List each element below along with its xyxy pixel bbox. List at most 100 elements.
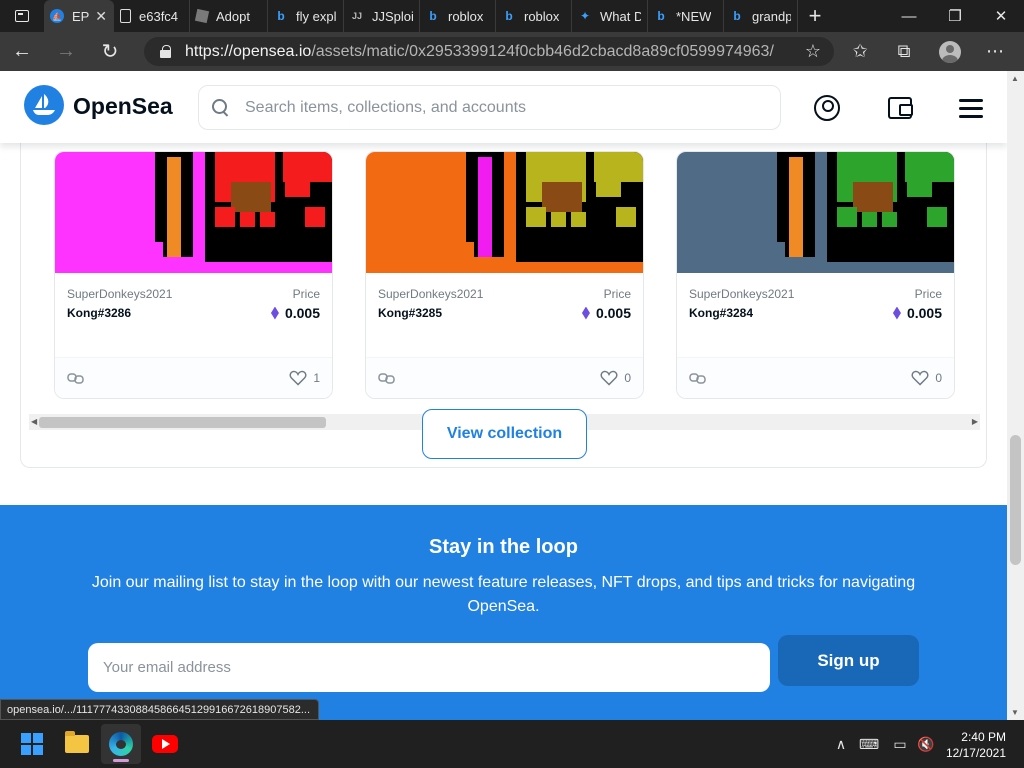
- favorite-count: 1: [313, 371, 320, 385]
- windows-taskbar: ∧ ⌨ ▭ 🔇 2:40 PM 12/17/2021: [0, 720, 1024, 768]
- tab-roblox-1[interactable]: b roblox: [420, 0, 496, 32]
- refresh-icon[interactable]: ↻: [88, 32, 132, 71]
- collection-name[interactable]: SuperDonkeys2021: [689, 287, 794, 301]
- profile-avatar[interactable]: [930, 32, 970, 71]
- minimize-icon[interactable]: —: [886, 0, 932, 32]
- page-viewport: OpenSea SuperDonkeys2021 Kong#3286 Price 0.…: [0, 71, 1007, 720]
- tab-label: fly expl: [296, 8, 337, 24]
- tab-grandpa[interactable]: b grandp: [724, 0, 798, 32]
- bing-icon: b: [277, 9, 285, 23]
- tab-actions-icon[interactable]: [0, 0, 44, 32]
- network-icon[interactable]: ▭: [889, 720, 911, 768]
- nft-image[interactable]: [55, 152, 332, 273]
- youtube-icon[interactable]: [145, 724, 185, 764]
- price-label: Price: [603, 287, 631, 301]
- nft-card[interactable]: SuperDonkeys2021 Kong#3285 Price 0.005 0: [365, 151, 644, 399]
- scroll-left-icon[interactable]: ◀: [31, 417, 37, 426]
- email-field[interactable]: [88, 643, 770, 692]
- item-name: Kong#3285: [378, 306, 443, 320]
- tab-label: EPI: [72, 8, 90, 24]
- view-collection-button[interactable]: View collection: [422, 409, 587, 459]
- close-tab-icon[interactable]: ✕: [95, 8, 107, 25]
- collection-name[interactable]: SuperDonkeys2021: [67, 287, 172, 301]
- account-icon[interactable]: [812, 93, 842, 123]
- new-tab-button[interactable]: +: [798, 0, 832, 32]
- volume-muted-icon[interactable]: 🔇: [915, 720, 937, 768]
- tab-opensea[interactable]: ⛵ EPI ✕: [44, 0, 114, 32]
- wallet-icon[interactable]: [885, 93, 915, 123]
- price-label: Price: [914, 287, 942, 301]
- tab-fly-explorer[interactable]: b fly expl: [268, 0, 344, 32]
- file-explorer-icon[interactable]: [57, 724, 97, 764]
- scroll-up-icon[interactable]: ▲: [1011, 74, 1019, 83]
- favorite-button[interactable]: 0: [600, 370, 631, 386]
- clock-time: 2:40 PM: [961, 730, 1006, 744]
- search-input[interactable]: [245, 98, 745, 117]
- search-box[interactable]: [198, 85, 781, 130]
- menu-icon[interactable]: [956, 93, 986, 123]
- scroll-right-icon[interactable]: ▶: [972, 417, 978, 426]
- page-scrollbar[interactable]: ▲ ▼: [1007, 71, 1024, 720]
- item-price: 0.005: [892, 305, 942, 321]
- favorites-icon[interactable]: ✩: [840, 32, 880, 71]
- address-bar[interactable]: https://opensea.io/assets/matic/0x295339…: [144, 37, 834, 66]
- keyboard-icon[interactable]: ⌨: [858, 720, 880, 768]
- brand-name[interactable]: OpenSea: [73, 93, 173, 120]
- nft-card[interactable]: SuperDonkeys2021 Kong#3284 Price 0.005 0: [676, 151, 955, 399]
- tab-adopt[interactable]: Adopt: [190, 0, 268, 32]
- search-icon: [211, 98, 231, 118]
- url-text[interactable]: https://opensea.io/assets/matic/0x295339…: [185, 43, 775, 61]
- bing-icon: b: [733, 9, 741, 23]
- restore-icon[interactable]: ❐: [932, 0, 978, 32]
- polygon-chain-icon: [378, 373, 395, 384]
- tab-label: What D: [600, 8, 641, 24]
- lock-icon: [160, 45, 171, 58]
- card-footer: 0: [366, 357, 643, 398]
- collection-name[interactable]: SuperDonkeys2021: [378, 287, 483, 301]
- tab-document[interactable]: e63fc4: [114, 0, 190, 32]
- settings-more-icon[interactable]: ⋯: [975, 32, 1015, 71]
- scrollbar-thumb[interactable]: [39, 417, 326, 428]
- tab-roblox-2[interactable]: b roblox: [496, 0, 572, 32]
- item-name: Kong#3284: [689, 306, 754, 320]
- jjsploit-icon: JJ: [351, 11, 362, 21]
- nft-image[interactable]: [677, 152, 954, 273]
- tab-label: JJSploit: [372, 8, 413, 24]
- chevron-up-icon[interactable]: ∧: [830, 720, 852, 768]
- tab-label: Adopt: [216, 8, 250, 24]
- ethereum-icon: [270, 306, 279, 320]
- favorite-button[interactable]: 1: [289, 370, 320, 386]
- microsoft-icon: ✦: [579, 9, 591, 23]
- favorite-count: 0: [624, 371, 631, 385]
- back-icon[interactable]: ←: [0, 32, 44, 71]
- bing-icon: b: [505, 9, 513, 23]
- sign-up-button[interactable]: Sign up: [778, 635, 919, 686]
- heart-icon: [600, 370, 618, 386]
- price-value: 0.005: [906, 305, 942, 321]
- favorite-button[interactable]: 0: [911, 370, 942, 386]
- item-price: 0.005: [270, 305, 320, 321]
- clock[interactable]: 2:40 PM 12/17/2021: [946, 729, 1006, 761]
- tab-jjsploit[interactable]: JJ JJSploit: [344, 0, 420, 32]
- collections-icon[interactable]: ⧉: [884, 32, 924, 71]
- nft-image[interactable]: [366, 152, 643, 273]
- add-favorite-icon[interactable]: ☆: [793, 32, 833, 71]
- tab-what[interactable]: ✦ What D: [572, 0, 648, 32]
- forward-icon[interactable]: →: [44, 32, 88, 71]
- opensea-logo-icon[interactable]: [24, 85, 64, 125]
- tab-label: roblox: [524, 8, 560, 24]
- tab-new[interactable]: b *NEW: [648, 0, 724, 32]
- card-footer: 1: [55, 357, 332, 398]
- nft-card[interactable]: SuperDonkeys2021 Kong#3286 Price 0.005 1: [54, 151, 333, 399]
- opensea-header: OpenSea: [0, 71, 1007, 143]
- page-scrollbar-thumb[interactable]: [1010, 435, 1021, 565]
- start-icon[interactable]: [12, 724, 52, 764]
- close-window-icon[interactable]: ✕: [978, 0, 1024, 32]
- bing-icon: b: [429, 9, 437, 23]
- opensea-favicon-icon: ⛵: [50, 9, 64, 23]
- tab-label: e63fc4: [139, 8, 179, 24]
- scroll-down-icon[interactable]: ▼: [1011, 708, 1019, 717]
- url-path: /assets/matic/0x2953399124f0cbb46d2cbacd…: [311, 42, 775, 60]
- bing-icon: b: [657, 9, 665, 23]
- edge-icon[interactable]: [101, 724, 141, 764]
